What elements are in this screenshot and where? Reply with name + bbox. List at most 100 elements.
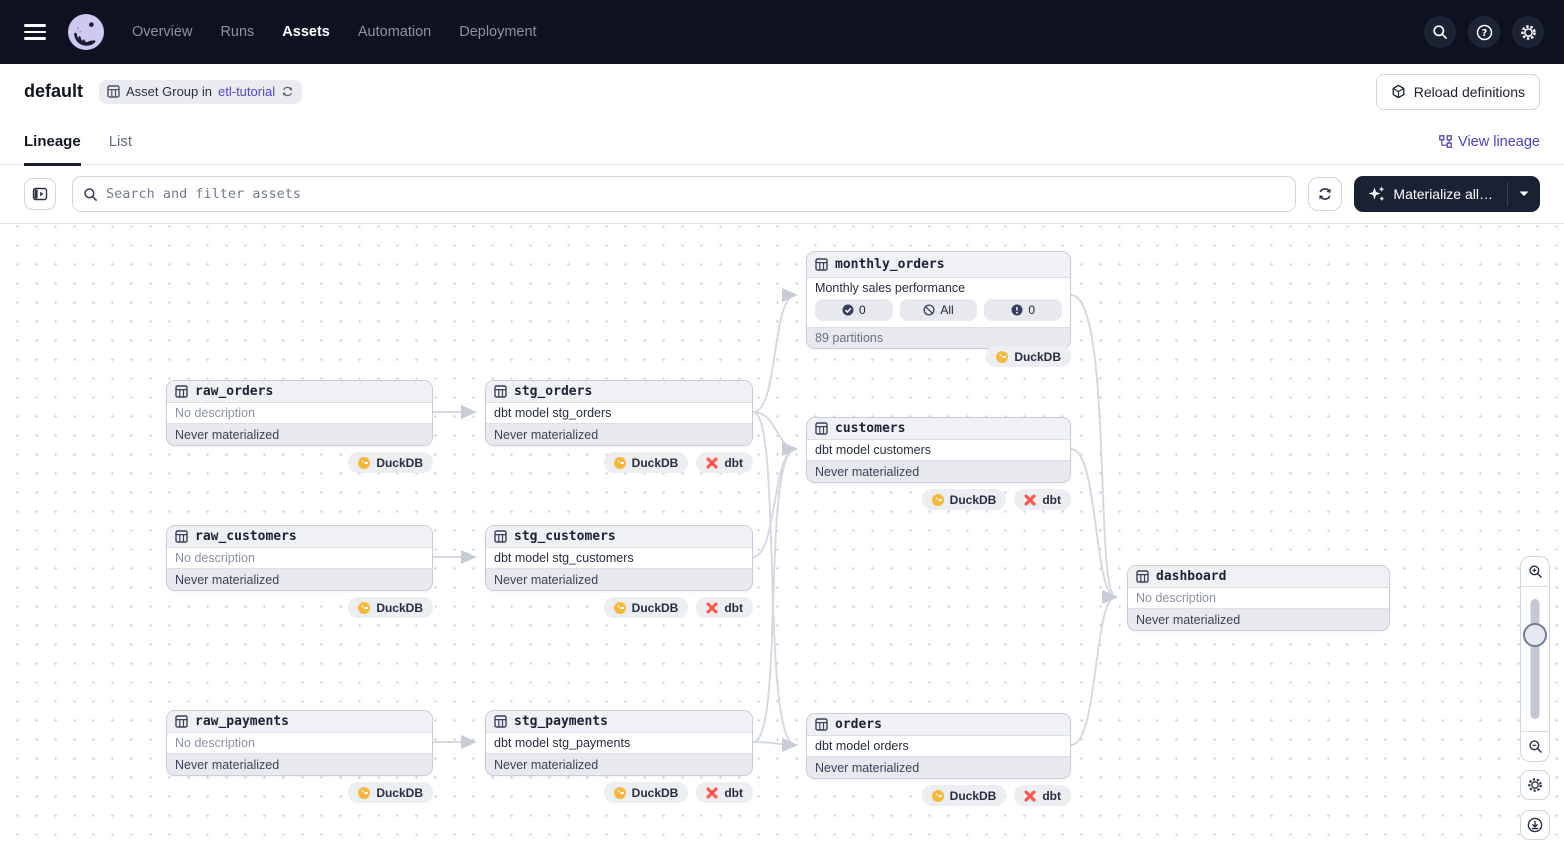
search-input[interactable] (106, 186, 1285, 202)
caret-down-icon (1519, 191, 1529, 197)
kind-tag-duckdb[interactable]: DuckDB (604, 597, 689, 618)
duckdb-icon (932, 494, 944, 506)
tag-row: DuckDB dbt (806, 785, 1071, 806)
table-icon (175, 715, 188, 728)
tab-list[interactable]: List (109, 119, 132, 165)
kind-tag-duckdb[interactable]: DuckDB (348, 782, 433, 803)
lineage-graph-icon (1439, 135, 1452, 148)
asset-node-dashboard[interactable]: dashboard No description Never materiali… (1127, 565, 1390, 631)
zoom-slider-track[interactable] (1531, 599, 1540, 719)
search-icon (83, 187, 98, 202)
nav-item-overview[interactable]: Overview (132, 24, 192, 40)
asset-name: stg_orders (514, 384, 592, 399)
asset-description: dbt model stg_payments (486, 733, 752, 753)
kind-tag-dbt[interactable]: dbt (1014, 785, 1071, 806)
materialize-dropdown-button[interactable] (1508, 176, 1540, 212)
asset-name: customers (835, 421, 905, 436)
kind-tag-dbt[interactable]: dbt (696, 782, 753, 803)
duckdb-icon (932, 790, 944, 802)
nav-item-assets[interactable]: Assets (282, 24, 330, 40)
dbt-icon (706, 787, 718, 799)
slash-circle-icon (923, 304, 935, 316)
tag-row: DuckDB dbt (485, 597, 753, 618)
table-icon (494, 715, 507, 728)
partition-pill-missing[interactable]: All (900, 299, 978, 321)
asset-description: No description (167, 733, 432, 753)
sync-icon[interactable] (281, 85, 294, 98)
kind-tag-dbt[interactable]: dbt (1014, 489, 1071, 510)
asset-node-raw-payments[interactable]: raw_payments No description Never materi… (166, 710, 433, 776)
asset-node-raw-customers[interactable]: raw_customers No description Never mater… (166, 525, 433, 591)
help-icon[interactable]: ? (1468, 16, 1500, 48)
asset-name: stg_payments (514, 714, 608, 729)
kind-tag-duckdb[interactable]: DuckDB (922, 785, 1007, 806)
duckdb-icon (358, 787, 370, 799)
zoom-slider-handle[interactable] (1523, 623, 1547, 647)
asset-description: dbt model stg_customers (486, 548, 752, 568)
asset-node-monthly-orders[interactable]: monthly_orders Monthly sales performance… (806, 251, 1071, 349)
materialize-all-button: Materialize all… (1354, 176, 1540, 212)
duckdb-icon (614, 787, 626, 799)
tab-lineage[interactable]: Lineage (24, 119, 81, 165)
table-icon (815, 718, 828, 731)
lineage-canvas[interactable]: monthly_orders Monthly sales performance… (0, 224, 1564, 851)
asset-node-customers[interactable]: customers dbt model customers Never mate… (806, 417, 1071, 483)
kind-tag-duckdb[interactable]: DuckDB (348, 597, 433, 618)
kind-tag-duckdb[interactable]: DuckDB (922, 489, 1007, 510)
asset-node-stg-orders[interactable]: stg_orders dbt model stg_orders Never ma… (485, 380, 753, 446)
view-lineage-link[interactable]: View lineage (1439, 134, 1540, 150)
search-icon[interactable] (1424, 16, 1456, 48)
graph-settings-button[interactable] (1520, 770, 1550, 800)
dbt-icon (1024, 494, 1036, 506)
materialization-status: Never materialized (167, 568, 432, 590)
dagster-logo[interactable] (68, 14, 104, 50)
asset-node-raw-orders[interactable]: raw_orders No description Never material… (166, 380, 433, 446)
materialize-all-main[interactable]: Materialize all… (1354, 176, 1507, 212)
tag-row: DuckDB dbt (806, 489, 1071, 510)
duckdb-icon (614, 457, 626, 469)
kind-tag-duckdb[interactable]: DuckDB (348, 452, 433, 473)
gear-icon[interactable] (1512, 16, 1544, 48)
kind-tag-duckdb[interactable]: DuckDB (604, 782, 689, 803)
panel-toggle-button[interactable] (24, 178, 56, 210)
nav-item-automation[interactable]: Automation (358, 24, 431, 40)
code-location-link[interactable]: etl-tutorial (218, 84, 275, 99)
menu-icon[interactable] (24, 24, 46, 40)
table-icon (1136, 570, 1149, 583)
kind-tag-dbt[interactable]: dbt (696, 597, 753, 618)
zoom-out-icon (1528, 739, 1543, 754)
duckdb-icon (614, 602, 626, 614)
tag-row: DuckDB dbt (485, 782, 753, 803)
refresh-button[interactable] (1308, 177, 1342, 211)
partition-pill-materialized[interactable]: 0 (815, 299, 893, 321)
gear-icon (1527, 777, 1543, 793)
asset-node-stg-customers[interactable]: stg_customers dbt model stg_customers Ne… (485, 525, 753, 591)
asset-node-orders[interactable]: orders dbt model orders Never materializ… (806, 713, 1071, 779)
tag-row: DuckDB (806, 346, 1071, 367)
partition-count: 89 partitions (807, 327, 1070, 348)
asset-group-icon (107, 85, 120, 98)
top-nav-bar: Overview Runs Assets Automation Deployme… (0, 0, 1564, 64)
zoom-slider[interactable] (1521, 587, 1549, 731)
asset-name: stg_customers (514, 529, 616, 544)
kind-tag-duckdb[interactable]: DuckDB (986, 346, 1071, 367)
badge-label: Asset Group in (126, 84, 212, 99)
table-icon (815, 258, 828, 271)
partition-pill-failed[interactable]: 0 (984, 299, 1062, 321)
lineage-toolbar: Materialize all… (0, 165, 1564, 224)
nav-item-deployment[interactable]: Deployment (459, 24, 536, 40)
kind-tag-dbt[interactable]: dbt (696, 452, 753, 473)
reload-definitions-button[interactable]: Reload definitions (1376, 74, 1540, 110)
sparkle-icon (1368, 186, 1385, 203)
nav-item-runs[interactable]: Runs (220, 24, 254, 40)
table-icon (175, 385, 188, 398)
zoom-in-icon (1528, 564, 1543, 579)
partition-status-row: 0 All 0 (807, 297, 1070, 327)
zoom-out-button[interactable] (1521, 731, 1549, 761)
materialization-status: Never materialized (1128, 608, 1389, 630)
asset-node-stg-payments[interactable]: stg_payments dbt model stg_payments Neve… (485, 710, 753, 776)
download-image-button[interactable] (1520, 810, 1550, 840)
zoom-in-button[interactable] (1521, 557, 1549, 587)
asset-group-badge: Asset Group in etl-tutorial (99, 80, 302, 104)
kind-tag-duckdb[interactable]: DuckDB (604, 452, 689, 473)
